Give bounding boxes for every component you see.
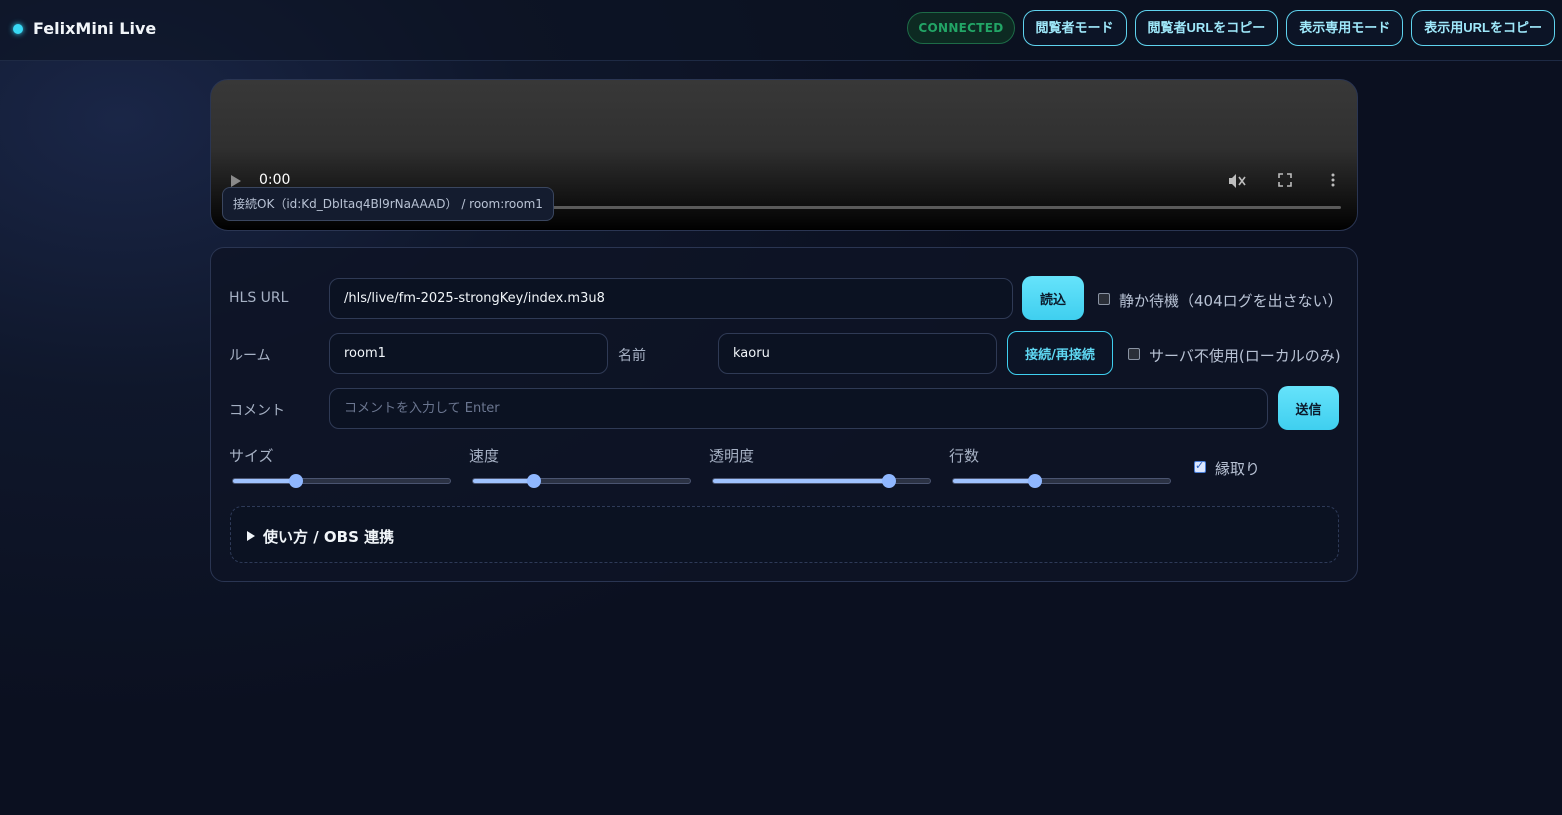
copy-display-url-button[interactable]: 表示用URLをコピー	[1411, 10, 1555, 46]
mute-icon[interactable]	[1227, 173, 1247, 193]
slider-fill	[713, 479, 889, 483]
comment-input[interactable]	[329, 388, 1268, 429]
room-input[interactable]	[329, 333, 608, 374]
top-bar: FelixMini Live CONNECTED 閲覧者モード 閲覧者URLをコ…	[0, 0, 1562, 61]
hls-url-input[interactable]	[329, 278, 1013, 319]
control-panel: HLS URL 読込 静か待機（404ログを出さない） ルーム 名前 接続/再接…	[210, 247, 1358, 582]
play-icon[interactable]	[231, 175, 241, 187]
load-button[interactable]: 読込	[1022, 276, 1084, 320]
name-input[interactable]	[718, 333, 997, 374]
copy-viewer-url-button[interactable]: 閲覧者URLをコピー	[1134, 10, 1279, 46]
video-player[interactable]: 0:00 接続OK（id:Kd_DbItaq4Bl9rNaAAAD） / roo…	[210, 79, 1358, 231]
slider-thumb[interactable]	[526, 474, 541, 488]
name-label: 名前	[618, 348, 646, 364]
help-disclosure[interactable]: 使い方 / OBS 連携	[230, 506, 1339, 563]
fullscreen-icon[interactable]	[1275, 173, 1295, 191]
room-label: ルーム	[229, 348, 271, 364]
opacity-slider-label: 透明度	[709, 447, 755, 465]
live-dot-icon	[13, 23, 23, 34]
rows-slider-label: 行数	[949, 447, 980, 465]
display-only-mode-button[interactable]: 表示専用モード	[1286, 10, 1404, 46]
no-server-label: サーバ不使用(ローカルのみ)	[1149, 347, 1341, 365]
more-vert-icon[interactable]	[1323, 173, 1343, 191]
disclosure-triangle-icon	[247, 531, 255, 541]
quiet-wait-checkbox[interactable]	[1098, 293, 1110, 305]
app-title: FelixMini Live	[33, 19, 157, 38]
slider-thumb[interactable]	[1028, 474, 1043, 488]
connection-status-text: 接続OK（id:Kd_DbItaq4Bl9rNaAAAD） / room:roo…	[222, 187, 554, 221]
top-actions: CONNECTED 閲覧者モード 閲覧者URLをコピー 表示専用モード 表示用U…	[907, 10, 1555, 46]
connect-reconnect-button[interactable]: 接続/再接続	[1007, 331, 1113, 375]
connection-status-badge: CONNECTED	[907, 12, 1015, 44]
slider-thumb[interactable]	[288, 474, 303, 488]
size-slider-label: サイズ	[229, 447, 274, 465]
hls-url-label: HLS URL	[229, 290, 289, 306]
speed-slider[interactable]	[472, 474, 691, 488]
slider-fill	[953, 479, 1036, 483]
video-progress-bar[interactable]	[511, 206, 1341, 209]
no-server-checkbox[interactable]	[1128, 348, 1140, 360]
brand: FelixMini Live	[13, 19, 156, 38]
opacity-slider[interactable]	[712, 474, 931, 488]
rows-slider[interactable]	[952, 474, 1171, 488]
size-slider[interactable]	[232, 474, 451, 488]
send-button[interactable]: 送信	[1278, 386, 1339, 430]
help-title: 使い方 / OBS 連携	[263, 528, 395, 546]
speed-slider-label: 速度	[469, 447, 500, 465]
viewer-mode-button[interactable]: 閲覧者モード	[1022, 10, 1127, 46]
quiet-wait-label: 静か待機（404ログを出さない）	[1119, 292, 1343, 310]
outline-label: 縁取り	[1215, 460, 1261, 478]
slider-fill	[473, 479, 534, 483]
comment-label: コメント	[229, 403, 285, 419]
video-time: 0:00	[259, 172, 291, 188]
outline-checkbox[interactable]	[1194, 459, 1206, 473]
slider-thumb[interactable]	[881, 474, 896, 488]
slider-fill	[233, 479, 296, 483]
